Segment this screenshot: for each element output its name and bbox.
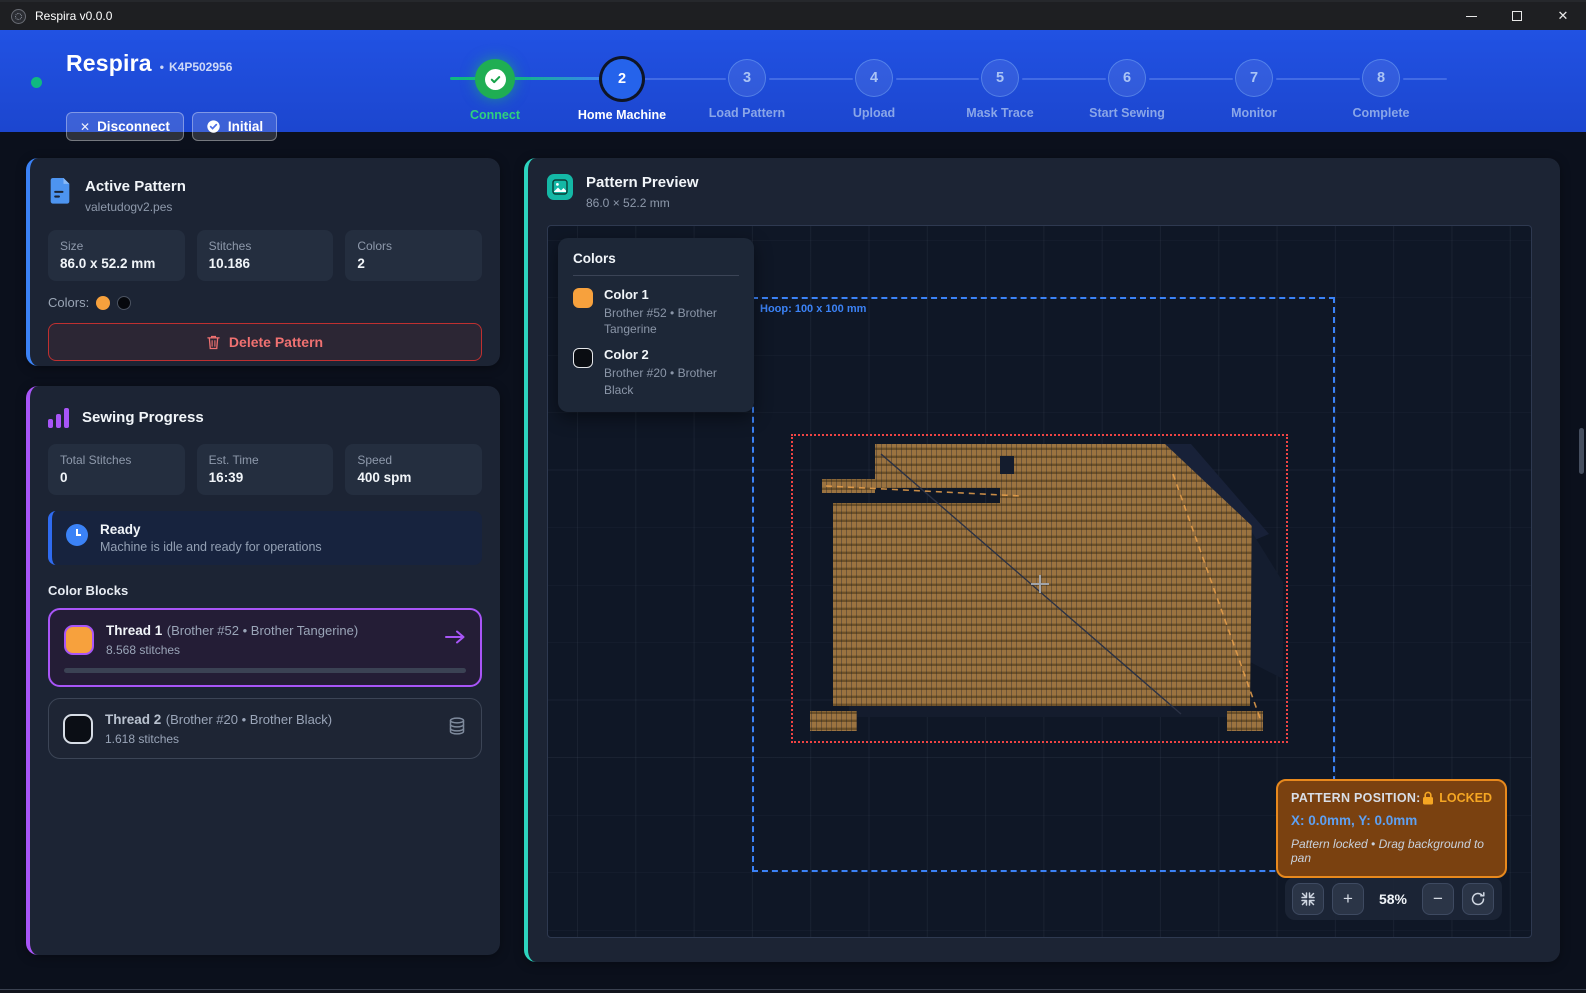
- zoom-level: 58%: [1372, 891, 1414, 907]
- step-load-pattern[interactable]: 3 Load Pattern: [687, 59, 807, 120]
- pattern-filename: valetudogv2.pes: [85, 200, 186, 214]
- color-blocks-heading: Color Blocks: [48, 583, 482, 598]
- color-dot-black: [117, 296, 131, 310]
- minimize-icon: [1466, 16, 1477, 17]
- close-button[interactable]: ✕: [1540, 2, 1586, 30]
- delete-pattern-button[interactable]: Delete Pattern: [48, 323, 482, 361]
- legend-swatch-black: [573, 348, 593, 368]
- stat-size: Size 86.0 x 52.2 mm: [48, 230, 185, 281]
- step-monitor[interactable]: 7 Monitor: [1194, 59, 1314, 120]
- zoom-out-button[interactable]: −: [1422, 883, 1454, 915]
- legend-swatch-orange: [573, 288, 593, 308]
- document-icon: [48, 178, 72, 206]
- pattern-dimensions: 86.0 × 52.2 mm: [586, 196, 699, 210]
- close-icon: ✕: [1558, 8, 1569, 24]
- card-title: Active Pattern: [85, 178, 186, 195]
- machine-status-banner: Ready Machine is idle and ready for oper…: [48, 511, 482, 565]
- step-start-sewing[interactable]: 6 Start Sewing: [1067, 59, 1187, 120]
- legend-item-color-1: Color 1 Brother #52 • Brother Tangerine: [573, 287, 739, 337]
- stat-stitches: Stitches 10.186: [197, 230, 334, 281]
- pattern-coordinates: X: 0.0mm, Y: 0.0mm: [1291, 813, 1492, 828]
- plus-icon: +: [1343, 889, 1353, 909]
- sewing-progress-card: Sewing Progress Total Stitches 0 Est. Ti…: [26, 386, 500, 955]
- bar-chart-icon: [48, 406, 69, 428]
- reset-view-button[interactable]: [1462, 883, 1494, 915]
- stat-est-time: Est. Time 16:39: [197, 444, 334, 495]
- workflow-stepper: Connect 2 Home Machine 3 Load Pattern 4 …: [0, 30, 1586, 132]
- fit-view-button[interactable]: [1292, 883, 1324, 915]
- minimize-button[interactable]: [1448, 2, 1494, 30]
- titlebar: Respira v0.0.0 ✕: [0, 0, 1586, 30]
- app-logo-icon: [11, 9, 26, 24]
- thread-1-row[interactable]: Thread 1 (Brother #52 • Brother Tangerin…: [48, 608, 482, 687]
- stat-colors: Colors 2: [345, 230, 482, 281]
- app-window: Respira v0.0.0 ✕ Respira •K4P502956 ✕ Di…: [0, 0, 1586, 993]
- window-title: Respira v0.0.0: [35, 9, 112, 23]
- header: Respira •K4P502956 ✕ Disconnect Initial: [0, 30, 1586, 132]
- locked-badge: LOCKED: [1439, 791, 1492, 805]
- preview-canvas[interactable]: Hoop: 100 x 100 mm: [547, 225, 1532, 938]
- zoom-controls: + 58% −: [1285, 877, 1502, 920]
- active-pattern-card: Active Pattern valetudogv2.pes Size 86.0…: [26, 158, 500, 366]
- check-icon: [485, 69, 506, 90]
- lock-icon: [1422, 791, 1434, 805]
- thread-color-swatch: [64, 625, 94, 655]
- pattern-position-overlay: PATTERN POSITION: LOCKED X: 0.0mm, Y: 0.…: [1276, 779, 1507, 878]
- colors-label: Colors:: [48, 295, 89, 310]
- colors-legend: Colors Color 1 Brother #52 • Brother Tan…: [558, 238, 754, 412]
- hoop-label: Hoop: 100 x 100 mm: [760, 303, 866, 315]
- card-title: Pattern Preview: [586, 174, 699, 191]
- stat-speed: Speed 400 spm: [345, 444, 482, 495]
- bottom-divider: [0, 989, 1586, 990]
- arrow-right-icon: [444, 629, 466, 650]
- pan-hint: Pattern locked • Drag background to pan: [1291, 837, 1492, 865]
- maximize-icon: [1512, 11, 1522, 21]
- refresh-icon: [1470, 891, 1486, 907]
- step-connect[interactable]: Connect: [435, 59, 555, 122]
- legend-item-color-2: Color 2 Brother #20 • Brother Black: [573, 347, 739, 397]
- thread-color-swatch: [63, 714, 93, 744]
- step-complete[interactable]: 8 Complete: [1321, 59, 1441, 120]
- step-mask-trace[interactable]: 5 Mask Trace: [940, 59, 1060, 120]
- thread-2-row[interactable]: Thread 2 (Brother #20 • Brother Black) 1…: [48, 698, 482, 759]
- maximize-button[interactable]: [1494, 2, 1540, 30]
- pattern-preview-card: Pattern Preview 86.0 × 52.2 mm Hoop: 100…: [524, 158, 1560, 962]
- card-title: Sewing Progress: [82, 409, 204, 426]
- thread-progress-bar: [64, 668, 466, 673]
- image-icon: [547, 174, 573, 200]
- zoom-in-button[interactable]: +: [1332, 883, 1364, 915]
- clock-icon: [66, 524, 88, 546]
- minus-icon: −: [1433, 889, 1443, 909]
- trash-icon: [207, 335, 220, 350]
- step-upload[interactable]: 4 Upload: [814, 59, 934, 120]
- center-crosshair-icon: [1031, 575, 1049, 593]
- layers-icon: [447, 716, 467, 741]
- color-dot-orange: [96, 296, 110, 310]
- stat-total-stitches: Total Stitches 0: [48, 444, 185, 495]
- fit-view-icon: [1300, 891, 1316, 907]
- scrollbar-thumb[interactable]: [1579, 428, 1584, 474]
- step-home-machine[interactable]: 2 Home Machine: [562, 59, 682, 122]
